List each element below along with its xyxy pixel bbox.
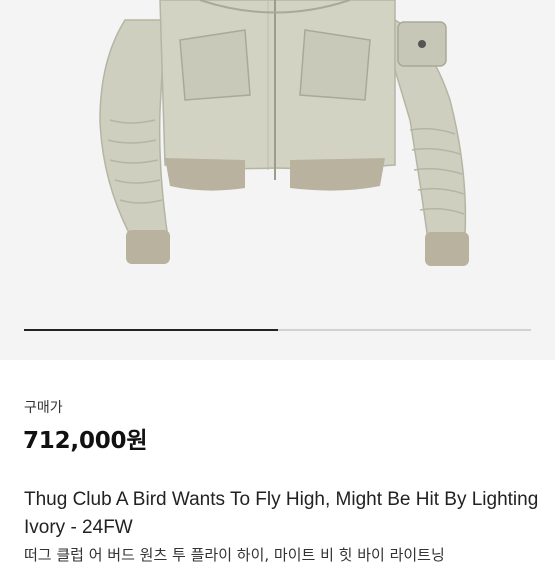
- product-description: 떠그 클럽 어 버드 원츠 투 플라이 하이, 마이트 비 힛 바이 라이트닝: [24, 546, 445, 564]
- product-info: 구매가 712,000원 Thug Club A Bird Wants To F…: [0, 360, 555, 564]
- product-image: [99, 0, 469, 266]
- product-price: 712,000원: [23, 428, 148, 454]
- product-image-carousel[interactable]: [0, 0, 555, 360]
- price-label: 구매가: [24, 400, 63, 416]
- carousel-progress-fill: [24, 329, 278, 331]
- product-title: Thug Club A Bird Wants To Fly High, Migh…: [24, 489, 539, 538]
- carousel-progress-track: [24, 329, 531, 331]
